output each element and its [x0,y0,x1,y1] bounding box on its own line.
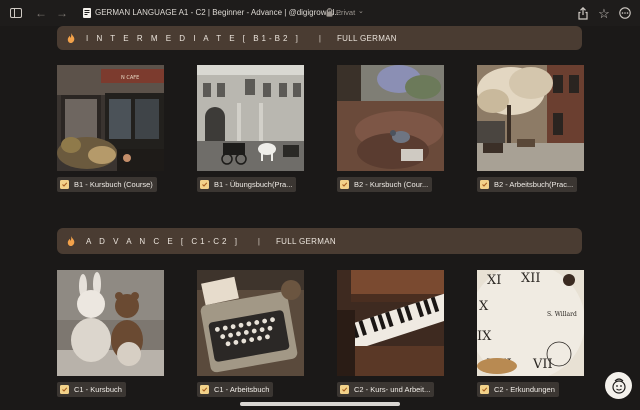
forward-icon[interactable]: → [55,6,69,20]
pigeon-window-image [337,65,444,171]
chevron-down-icon[interactable]: ⌄ [358,7,364,15]
card-label[interactable]: B1 - Kursbuch (Course) [57,177,157,192]
privacy-label[interactable]: Privat [336,8,355,17]
flame-icon [67,33,75,43]
card-label[interactable]: C1 - Arbeitsbuch [197,382,274,397]
section-title: I N T E R M E D I A T E [ B1-B2 ] [86,33,301,43]
card-c1-kursbuch[interactable]: C1 - Kursbuch [57,270,164,397]
page-icon [200,385,209,394]
card-label[interactable]: B2 - Kursbuch (Cour... [337,177,433,192]
page-icon [340,180,349,189]
page-icon [60,180,69,189]
card-label-text: C2 - Kurs- und Arbeit... [354,385,431,394]
card-b1-uebungsbuch[interactable]: B1 - Übungsbuch(Pra... [197,65,304,192]
card-label-text: C1 - Arbeitsbuch [214,385,270,394]
home-indicator[interactable] [240,402,400,406]
card-label-text: C1 - Kursbuch [74,385,122,394]
floating-avatar-button[interactable] [605,372,632,399]
card-label[interactable]: C2 - Kurs- und Arbeit... [337,382,435,397]
card-label-text: B2 - Kursbuch (Cour... [354,180,429,189]
svg-text:XII: XII [521,271,541,286]
piano-image [337,270,444,376]
page-title[interactable]: GERMAN LANGUAGE A1 - C2 | Beginner - Adv… [95,8,341,17]
section-header-intermediate: I N T E R M E D I A T E [ B1-B2 ] | FULL… [57,26,582,50]
section-header-advance: A D V A N C E [ C1-C2 ] | FULL GERMAN [57,228,582,254]
sidebar-icon[interactable] [9,6,23,20]
browser-toolbar: ← → GERMAN LANGUAGE A1 - C2 | Beginner -… [0,0,640,26]
cafe-storefront-image: N CAFE [57,65,164,171]
share-icon[interactable] [576,6,590,20]
section-divider: | [318,33,321,43]
card-label[interactable]: B1 - Übungsbuch(Pra... [197,177,297,192]
svg-text:VII: VII [532,357,553,372]
card-label-text: B1 - Übungsbuch(Pra... [214,180,293,189]
svg-text:XI: XI [487,273,501,288]
page-content: I N T E R M E D I A T E [ B1-B2 ] | FULL… [0,26,640,410]
card-label[interactable]: B2 - Arbeitsbuch(Prac... [477,177,578,192]
svg-text:N CAFE: N CAFE [121,75,139,81]
teddy-bears-image [57,270,164,376]
lock-icon [326,8,333,17]
page-icon [200,180,209,189]
more-icon[interactable] [618,6,632,20]
svg-text:X: X [479,299,489,314]
card-b1-kursbuch[interactable]: N CAFE B1 - Kursbuch (Course) [57,65,164,192]
page-icon [480,180,489,189]
clock-face-image: XI XII X IX VIII VII S. Willard [477,270,584,376]
back-icon[interactable]: ← [34,6,48,20]
card-label-text: B2 - Arbeitsbuch(Prac... [494,180,574,189]
card-label-text: C2 - Erkundungen [494,385,555,394]
flame-icon [67,236,75,246]
page-icon [480,385,489,394]
card-b2-kursbuch[interactable]: B2 - Kursbuch (Cour... [337,65,444,192]
page-icon [340,385,349,394]
typewriter-image [197,270,304,376]
section-subtitle: FULL GERMAN [336,33,397,43]
svg-text:S. Willard: S. Willard [547,311,577,318]
emoji-face-icon [611,377,626,394]
page-icon [60,385,69,394]
svg-text:IX: IX [477,329,492,344]
card-c1-arbeitsbuch[interactable]: C1 - Arbeitsbuch [197,270,304,397]
section-subtitle: FULL GERMAN [276,236,336,246]
card-b2-arbeitsbuch[interactable]: B2 - Arbeitsbuch(Prac... [477,65,584,192]
bookmark-star-icon[interactable]: ☆ [597,6,611,20]
card-label[interactable]: C2 - Erkundungen [477,382,559,397]
card-label-text: B1 - Kursbuch (Course) [74,180,153,189]
page-favicon-icon [83,8,91,18]
section-title: A D V A N C E [ C1-C2 ] [86,236,240,246]
card-c2-kurs-arbeitsbuch[interactable]: C2 - Kurs- und Arbeit... [337,270,444,397]
tree-courtyard-image [477,65,584,171]
palace-carriages-image [197,65,304,171]
section-divider: | [257,236,260,246]
card-c2-erkundungen[interactable]: XI XII X IX VIII VII S. Willard C2 - Erk… [477,270,584,397]
card-label[interactable]: C1 - Kursbuch [57,382,126,397]
